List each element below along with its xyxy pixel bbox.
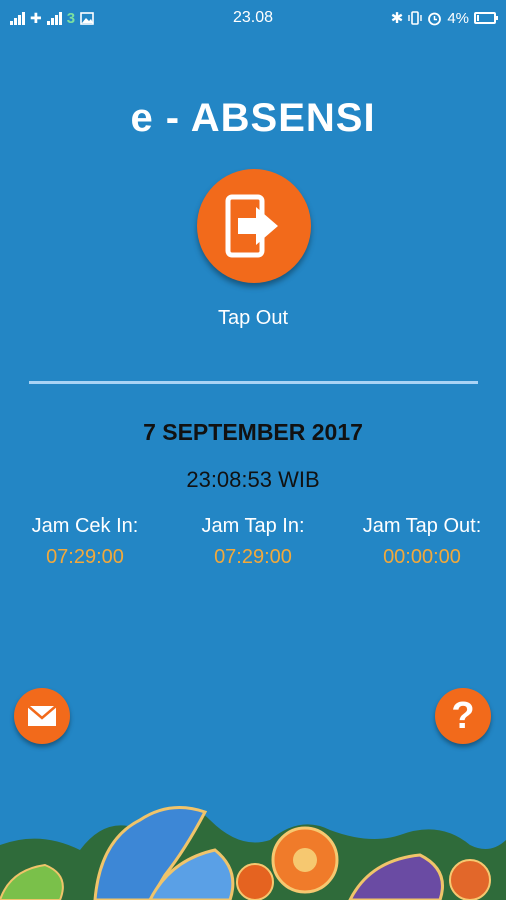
network-3-icon: 3 — [66, 9, 76, 27]
data-icon: ✚ — [30, 9, 42, 26]
current-time: 23:08:53 WIB — [186, 467, 320, 492]
status-left-icons: ✚ 3 — [10, 10, 94, 27]
battery-icon — [474, 12, 498, 24]
batik-decoration — [0, 806, 506, 900]
exit-icon — [225, 194, 278, 258]
status-right-icons: ✱ 4% — [390, 9, 498, 27]
record-label: Jam Tap In: — [201, 515, 305, 537]
current-date: 7 SEPTEMBER 2017 — [143, 419, 363, 445]
record-label: Jam Tap Out: — [362, 515, 482, 537]
mail-button[interactable] — [14, 688, 70, 744]
vibrate-icon — [408, 11, 423, 25]
page-title: e - ABSENSI — [130, 96, 376, 140]
record-tap-in: Jam Tap In: 07:29:00 — [169, 515, 337, 569]
help-icon: ? — [451, 695, 475, 737]
signal-icon — [10, 11, 25, 25]
record-label: Jam Cek In: — [31, 515, 139, 537]
record-tap-out: Jam Tap Out: 00:00:00 — [338, 515, 506, 569]
battery-percent: 4% — [447, 9, 469, 27]
record-check-in: Jam Cek In: 07:29:00 — [1, 515, 169, 569]
record-value: 07:29:00 — [46, 546, 124, 568]
divider — [29, 381, 478, 384]
record-value: 07:29:00 — [214, 546, 292, 568]
mail-icon — [27, 705, 57, 726]
tap-out-label: Tap Out — [217, 307, 289, 329]
signal-icon — [46, 11, 62, 25]
bluetooth-icon: ✱ — [390, 10, 404, 27]
image-icon — [80, 11, 94, 25]
help-button[interactable]: ? — [435, 688, 491, 744]
tap-out-button[interactable] — [197, 169, 311, 283]
alarm-icon — [428, 12, 442, 25]
record-value: 00:00:00 — [383, 546, 461, 568]
status-bar: ✚ 3 23.08 ✱ 4% — [0, 0, 506, 36]
